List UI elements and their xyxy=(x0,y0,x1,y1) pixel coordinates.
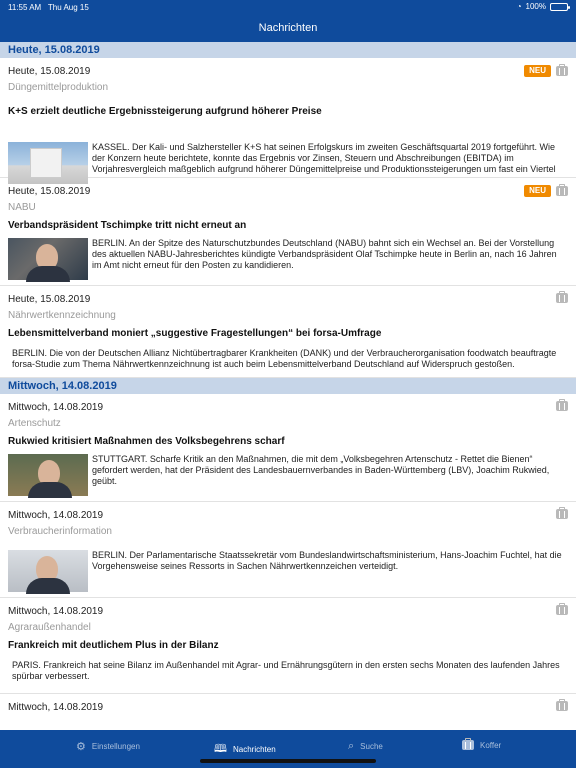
news-list[interactable]: Heute, 15.08.2019 Heute, 15.08.2019 Düng… xyxy=(0,42,576,730)
search-icon: ⌕ xyxy=(348,740,355,752)
item-text: KASSEL. Der Kali- und Salzhersteller K+S… xyxy=(92,142,556,174)
item-headline: Verbandspräsident Tschimpke tritt nicht … xyxy=(8,220,247,231)
page-title: Nachrichten xyxy=(258,22,318,34)
item-date: Heute, 15.08.2019 xyxy=(8,66,91,77)
tab-label: Einstellungen xyxy=(91,742,140,751)
status-right: ◔ 100% xyxy=(516,2,570,11)
item-headline: Lebensmittelverband moniert „suggestive … xyxy=(8,328,382,339)
item-category: Nährwertkennzeichnung xyxy=(8,310,116,321)
briefcase-icon[interactable] xyxy=(556,603,568,615)
tab-news[interactable]: 🕮 Nachrichten xyxy=(214,740,276,759)
item-category: NABU xyxy=(8,202,36,213)
tab-label: Koffer xyxy=(480,740,502,750)
tab-briefcase[interactable]: Koffer xyxy=(462,738,502,750)
item-text: STUTTGART. Scharfe Kritik an den Maßnahm… xyxy=(92,454,550,486)
item-category: Düngemittelproduktion xyxy=(8,82,109,93)
tab-label: Suche xyxy=(360,742,383,751)
briefcase-icon[interactable] xyxy=(556,399,568,411)
home-indicator xyxy=(200,759,376,763)
status-time: 11:55 AM Thu Aug 15 xyxy=(8,3,89,12)
briefcase-icon[interactable] xyxy=(556,291,568,303)
status-bar: 11:55 AM Thu Aug 15 ◔ 100% xyxy=(0,0,576,14)
item-date: Heute, 15.08.2019 xyxy=(8,186,91,197)
item-headline: Frankreich mit deutlichem Plus in der Bi… xyxy=(8,640,219,651)
item-date: Mittwoch, 14.08.2019 xyxy=(8,702,104,713)
item-thumbnail xyxy=(8,550,88,594)
day-header: Mittwoch, 14.08.2019 xyxy=(0,378,576,394)
item-date: Mittwoch, 14.08.2019 xyxy=(8,606,104,617)
news-item[interactable]: Heute, 15.08.2019 NABU NEU Verbandspräsi… xyxy=(0,178,576,286)
news-item[interactable]: Heute, 15.08.2019 Nährwertkennzeichnung … xyxy=(0,286,576,378)
new-badge: NEU xyxy=(524,65,551,77)
briefcase-icon[interactable] xyxy=(556,699,568,711)
day-header: Heute, 15.08.2019 xyxy=(0,42,576,58)
item-category: Agraraußenhandel xyxy=(8,622,91,633)
tab-label: Nachrichten xyxy=(232,745,276,754)
briefcase-icon[interactable] xyxy=(556,507,568,519)
item-headline: K+S erzielt deutliche Ergebnissteigerung… xyxy=(8,106,322,117)
top-bar: 11:55 AM Thu Aug 15 ◔ 100% Nachrichten xyxy=(0,0,576,42)
item-text: BERLIN. Die von der Deutschen Allianz Ni… xyxy=(12,348,557,369)
news-item[interactable]: Heute, 15.08.2019 Düngemittelproduktion … xyxy=(0,58,576,184)
item-text: PARIS. Frankreich hat seine Bilanz im Au… xyxy=(12,660,560,681)
battery-icon xyxy=(550,2,570,11)
tab-search[interactable]: ⌕ Suche xyxy=(348,740,383,753)
briefcase-icon[interactable] xyxy=(556,64,568,76)
item-date: Mittwoch, 14.08.2019 xyxy=(8,402,104,413)
briefcase-icon xyxy=(462,738,474,750)
gear-icon: ⚙ xyxy=(76,741,86,753)
item-text: BERLIN. An der Spitze des Naturschutzbun… xyxy=(92,238,557,270)
news-item[interactable]: Mittwoch, 14.08.2019 Artenschutz Rukwied… xyxy=(0,394,576,502)
news-item[interactable]: Mittwoch, 14.08.2019 xyxy=(0,694,576,730)
item-category: Artenschutz xyxy=(8,418,61,429)
wifi-icon: ◔ xyxy=(516,2,522,11)
new-badge: NEU xyxy=(524,185,551,197)
item-date: Heute, 15.08.2019 xyxy=(8,294,91,305)
item-date: Mittwoch, 14.08.2019 xyxy=(8,510,104,521)
item-category: Verbraucherinformation xyxy=(8,526,112,537)
item-thumbnail xyxy=(8,238,88,282)
battery-percent: 100% xyxy=(525,2,546,11)
item-text: BERLIN. Der Parlamentarische Staatssekre… xyxy=(92,550,562,571)
book-icon: 🕮 xyxy=(214,743,227,755)
news-item[interactable]: Mittwoch, 14.08.2019 Agraraußenhandel Fr… xyxy=(0,598,576,694)
news-item[interactable]: Mittwoch, 14.08.2019 Verbraucherinformat… xyxy=(0,502,576,598)
briefcase-icon[interactable] xyxy=(556,184,568,196)
tab-settings[interactable]: ⚙ Einstellungen xyxy=(76,740,140,753)
item-headline: Rukwied kritisiert Maßnahmen des Volksbe… xyxy=(8,436,285,447)
item-thumbnail xyxy=(8,454,88,498)
